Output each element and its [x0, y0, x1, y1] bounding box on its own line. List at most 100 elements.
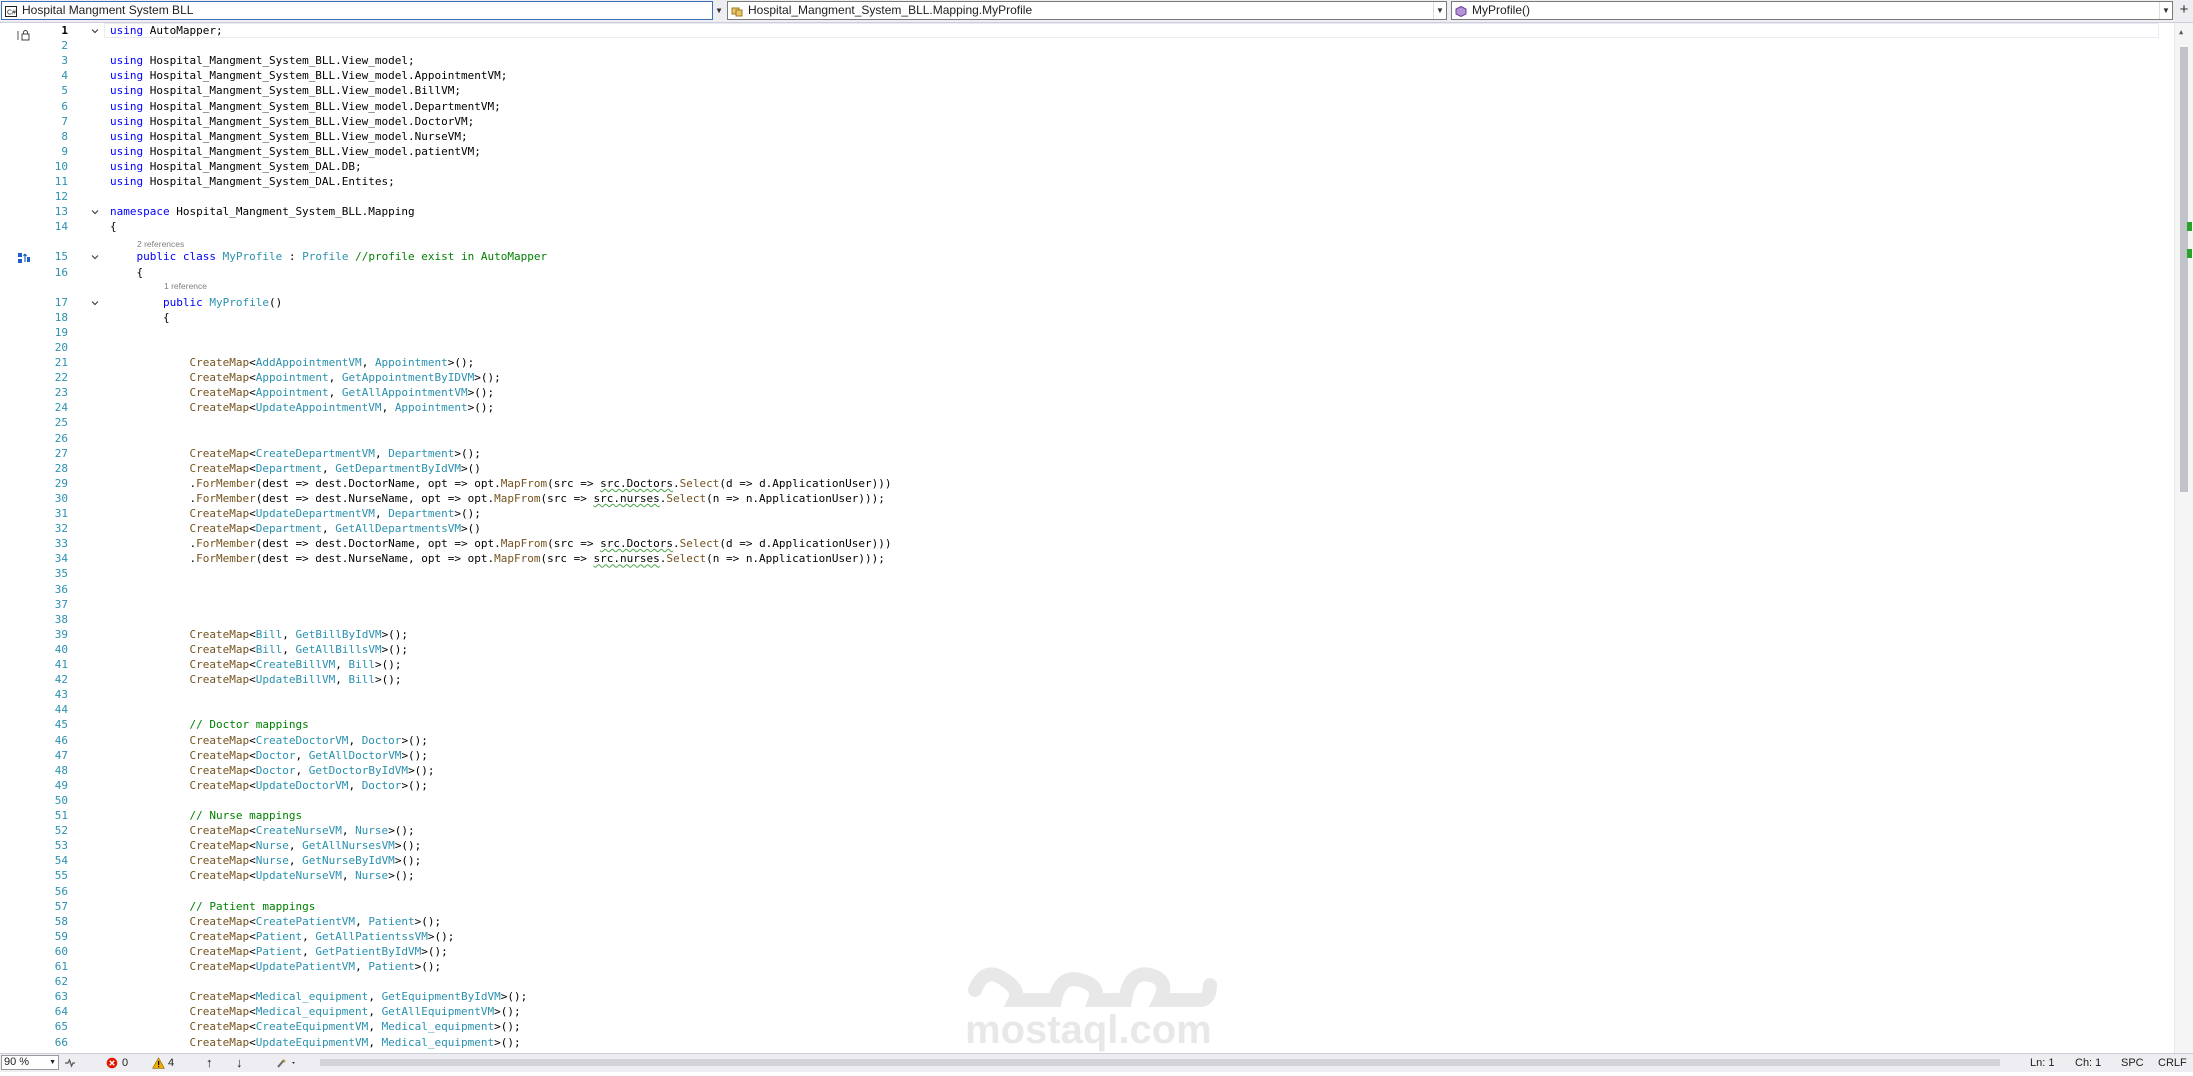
- code-line[interactable]: 61 CreateMap<UpdatePatientVM, Patient>()…: [0, 959, 2175, 974]
- collapse-chevron-icon[interactable]: [91, 253, 99, 261]
- code-line[interactable]: 13 namespace Hospital_Mangment_System_BLL…: [0, 204, 2175, 219]
- code-line[interactable]: 29 .ForMember(dest => dest.DoctorName, o…: [0, 476, 2175, 491]
- code-line[interactable]: 9 using Hospital_Mangment_System_BLL.View…: [0, 144, 2175, 159]
- code-token: // Patient mappings: [189, 899, 316, 913]
- code-line[interactable]: 32 CreateMap<Department, GetAllDepartmen…: [0, 521, 2175, 536]
- code-line[interactable]: 41 CreateMap<CreateBillVM, Bill>();: [0, 657, 2175, 672]
- code-line[interactable]: 10 using Hospital_Mangment_System_DAL.DB;: [0, 159, 2175, 174]
- code-line[interactable]: 15 public class MyProfile : Profile //pr…: [0, 249, 2175, 264]
- code-line[interactable]: 20: [0, 340, 2175, 355]
- code-line[interactable]: 39 CreateMap<Bill, GetBillByIdVM>();: [0, 627, 2175, 642]
- code-line[interactable]: 36: [0, 582, 2175, 597]
- warning-count[interactable]: 4: [168, 1054, 174, 1072]
- warning-icon[interactable]: [152, 1054, 165, 1075]
- member-dropdown[interactable]: MyProfile() ▼: [1451, 1, 2173, 20]
- chevron-down-icon[interactable]: ▼: [2159, 2, 2172, 19]
- code-line[interactable]: 33 .ForMember(dest => dest.DoctorName, o…: [0, 536, 2175, 551]
- type-dropdown[interactable]: Hospital_Mangment_System_BLL.Mapping.MyP…: [727, 1, 1447, 20]
- code-line[interactable]: 43: [0, 687, 2175, 702]
- code-line[interactable]: 26: [0, 431, 2175, 446]
- code-line[interactable]: 55 CreateMap<UpdateNurseVM, Nurse>();: [0, 868, 2175, 883]
- collapse-chevron-icon[interactable]: [91, 27, 99, 35]
- code-line[interactable]: 56: [0, 884, 2175, 899]
- code-line[interactable]: 52 CreateMap<CreateNurseVM, Nurse>();: [0, 823, 2175, 838]
- code-editor[interactable]: 2 references 1 reference 1 using AutoMapp…: [0, 23, 2175, 1053]
- health-icon[interactable]: [63, 1054, 77, 1076]
- code-line[interactable]: 17 public MyProfile(): [0, 295, 2175, 310]
- code-line[interactable]: 65 CreateMap<CreateEquipmentVM, Medical_…: [0, 1019, 2175, 1034]
- code-line[interactable]: 28 CreateMap<Department, GetDepartmentBy…: [0, 461, 2175, 476]
- code-line[interactable]: 12: [0, 189, 2175, 204]
- code-line[interactable]: 48 CreateMap<Doctor, GetDoctorByIdVM>();: [0, 763, 2175, 778]
- collapse-chevron-icon[interactable]: [91, 299, 99, 307]
- split-editor-button[interactable]: +: [2177, 2, 2191, 19]
- code-line[interactable]: 57 // Patient mappings: [0, 899, 2175, 914]
- code-line[interactable]: 3 using Hospital_Mangment_System_BLL.View…: [0, 53, 2175, 68]
- code-line[interactable]: 46 CreateMap<CreateDoctorVM, Doctor>();: [0, 733, 2175, 748]
- chevron-down-icon[interactable]: ▼: [49, 1056, 56, 1069]
- code-line[interactable]: 44: [0, 702, 2175, 717]
- code-line[interactable]: 40 CreateMap<Bill, GetAllBillsVM>();: [0, 642, 2175, 657]
- code-line[interactable]: 22 CreateMap<Appointment, GetAppointment…: [0, 370, 2175, 385]
- code-line[interactable]: 1 using AutoMapper;: [0, 23, 2175, 38]
- whitespace-indicator[interactable]: SPC: [2121, 1054, 2144, 1072]
- scroll-up-arrow-icon[interactable]: ▲: [2179, 28, 2183, 36]
- code-line[interactable]: 34 .ForMember(dest => dest.NurseName, op…: [0, 551, 2175, 566]
- code-line[interactable]: 4 using Hospital_Mangment_System_BLL.View…: [0, 68, 2175, 83]
- vertical-scrollbar[interactable]: ▲: [2174, 23, 2193, 1053]
- code-line[interactable]: 23 CreateMap<Appointment, GetAllAppointm…: [0, 385, 2175, 400]
- horizontal-scrollbar[interactable]: [320, 1057, 2000, 1068]
- char-indicator[interactable]: Ch: 1: [2075, 1054, 2101, 1072]
- code-line[interactable]: 47 CreateMap<Doctor, GetAllDoctorVM>();: [0, 748, 2175, 763]
- line-ending-indicator[interactable]: CRLF: [2158, 1054, 2187, 1072]
- line-indicator[interactable]: Ln: 1: [2030, 1054, 2054, 1072]
- chevron-down-icon[interactable]: ▼: [1433, 2, 1446, 19]
- arrow-up-icon[interactable]: ↑: [206, 1054, 213, 1072]
- scrollbar-thumb[interactable]: [2180, 47, 2188, 492]
- constructor-references-codelens[interactable]: 1 reference: [164, 280, 207, 292]
- horizontal-scrollbar-thumb[interactable]: [320, 1059, 2000, 1066]
- code-line[interactable]: 64 CreateMap<Medical_equipment, GetAllEq…: [0, 1004, 2175, 1019]
- code-line[interactable]: 21 CreateMap<AddAppointmentVM, Appointme…: [0, 355, 2175, 370]
- code-line[interactable]: 35: [0, 566, 2175, 581]
- project-dropdown[interactable]: C# Hospital Mangment System BLL: [1, 1, 713, 20]
- code-line[interactable]: 7 using Hospital_Mangment_System_BLL.View…: [0, 114, 2175, 129]
- code-line[interactable]: 42 CreateMap<UpdateBillVM, Bill>();: [0, 672, 2175, 687]
- code-line[interactable]: 16 {: [0, 265, 2175, 280]
- code-cleanup-icon[interactable]: [276, 1054, 298, 1075]
- code-line[interactable]: 37: [0, 597, 2175, 612]
- class-references-codelens[interactable]: 2 references: [137, 238, 184, 250]
- code-line[interactable]: 8 using Hospital_Mangment_System_BLL.View…: [0, 129, 2175, 144]
- arrow-down-icon[interactable]: ↓: [236, 1054, 243, 1072]
- code-line[interactable]: 30 .ForMember(dest => dest.NurseName, op…: [0, 491, 2175, 506]
- code-line[interactable]: 11 using Hospital_Mangment_System_DAL.Ent…: [0, 174, 2175, 189]
- code-line[interactable]: 62: [0, 974, 2175, 989]
- zoom-dropdown[interactable]: 90 % ▼: [1, 1055, 59, 1070]
- code-line[interactable]: 50: [0, 793, 2175, 808]
- code-line[interactable]: 14 {: [0, 219, 2175, 234]
- code-line[interactable]: 49 CreateMap<UpdateDoctorVM, Doctor>();: [0, 778, 2175, 793]
- code-line[interactable]: 53 CreateMap<Nurse, GetAllNursesVM>();: [0, 838, 2175, 853]
- error-icon[interactable]: [106, 1054, 118, 1075]
- code-line[interactable]: 2: [0, 38, 2175, 53]
- code-line[interactable]: 45 // Doctor mappings: [0, 717, 2175, 732]
- code-line[interactable]: 24 CreateMap<UpdateAppointmentVM, Appoin…: [0, 400, 2175, 415]
- code-line[interactable]: 60 CreateMap<Patient, GetPatientByIdVM>(…: [0, 944, 2175, 959]
- code-line[interactable]: 63 CreateMap<Medical_equipment, GetEquip…: [0, 989, 2175, 1004]
- code-line[interactable]: 5 using Hospital_Mangment_System_BLL.View…: [0, 83, 2175, 98]
- code-line[interactable]: 18 {: [0, 310, 2175, 325]
- code-line[interactable]: 6 using Hospital_Mangment_System_BLL.View…: [0, 99, 2175, 114]
- code-line[interactable]: 25: [0, 415, 2175, 430]
- code-line[interactable]: 59 CreateMap<Patient, GetAllPatientssVM>…: [0, 929, 2175, 944]
- collapse-chevron-icon[interactable]: [91, 208, 99, 216]
- error-count[interactable]: 0: [122, 1054, 128, 1072]
- code-line[interactable]: 66 CreateMap<UpdateEquipmentVM, Medical_…: [0, 1035, 2175, 1050]
- code-line[interactable]: 19: [0, 325, 2175, 340]
- code-line[interactable]: 54 CreateMap<Nurse, GetNurseByIdVM>();: [0, 853, 2175, 868]
- code-line[interactable]: 31 CreateMap<UpdateDepartmentVM, Departm…: [0, 506, 2175, 521]
- code-line[interactable]: 58 CreateMap<CreatePatientVM, Patient>()…: [0, 914, 2175, 929]
- code-line[interactable]: 38: [0, 612, 2175, 627]
- chevron-down-icon[interactable]: ▼: [713, 1, 725, 20]
- code-line[interactable]: 51 // Nurse mappings: [0, 808, 2175, 823]
- code-line[interactable]: 27 CreateMap<CreateDepartmentVM, Departm…: [0, 446, 2175, 461]
